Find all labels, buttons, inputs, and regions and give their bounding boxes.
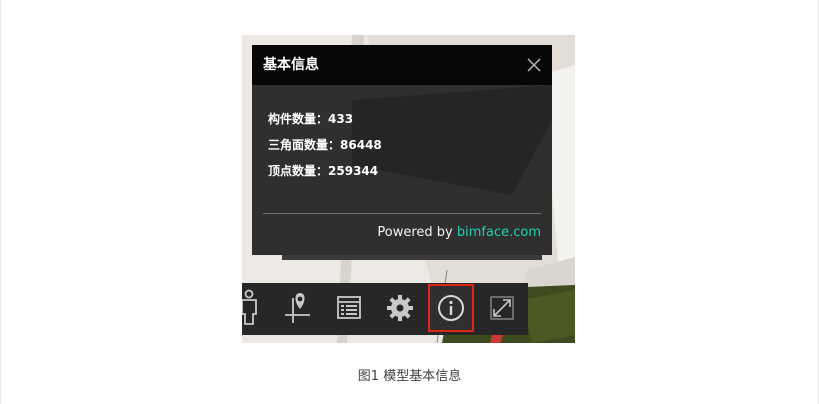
dialog-body: 构件数量：433 三角面数量：86448 顶点数量：259344 [268, 111, 382, 189]
fullscreen-button[interactable] [479, 284, 525, 332]
model-browser-button[interactable] [326, 284, 372, 332]
figure-caption: 图1 模型基本信息 [357, 369, 462, 384]
row-separator: ： [328, 138, 341, 152]
close-icon [527, 58, 541, 72]
walk-mode-button[interactable] [242, 284, 274, 332]
fullscreen-icon [490, 296, 514, 320]
component-count-label: 构件数量 [268, 112, 317, 126]
triangle-count-row: 三角面数量：86448 [268, 137, 382, 163]
powered-by-prefix: Powered by [377, 225, 457, 240]
dialog-divider [263, 213, 541, 214]
viewer-toolbar [242, 283, 528, 335]
info-icon [438, 295, 464, 321]
close-button[interactable] [522, 53, 546, 77]
vertex-count-value: 259344 [328, 164, 379, 178]
info-button[interactable] [428, 284, 474, 332]
dialog-header: 基本信息 [252, 45, 552, 85]
settings-button[interactable] [377, 284, 423, 332]
walk-person-icon [242, 289, 257, 325]
list-browser-icon [337, 296, 361, 319]
triangle-count-label: 三角面数量 [268, 138, 329, 152]
triangle-count-value: 86448 [340, 138, 382, 152]
map-pin-grid-icon [285, 293, 310, 323]
dialog-title: 基本信息 [263, 57, 319, 73]
basic-info-dialog: 基本信息 构件数量：433 三角面数量：86448 顶点数量：259344 Po… [252, 45, 552, 255]
row-separator: ： [316, 112, 329, 126]
vertex-count-row: 顶点数量：259344 [268, 163, 382, 189]
component-count-value: 433 [328, 112, 354, 126]
map-pin-button[interactable] [276, 284, 322, 332]
component-count-row: 构件数量：433 [268, 111, 382, 137]
gear-icon [387, 295, 413, 321]
powered-by: Powered by bimface.com [377, 225, 541, 241]
row-separator: ： [316, 164, 329, 178]
bimface-link[interactable]: bimface.com [457, 225, 541, 240]
page: 基本信息 构件数量：433 三角面数量：86448 顶点数量：259344 Po… [0, 0, 819, 404]
model-viewer-screenshot: 基本信息 构件数量：433 三角面数量：86448 顶点数量：259344 Po… [242, 35, 575, 343]
vertex-count-label: 顶点数量 [268, 164, 317, 178]
page-border-left [0, 0, 1, 404]
